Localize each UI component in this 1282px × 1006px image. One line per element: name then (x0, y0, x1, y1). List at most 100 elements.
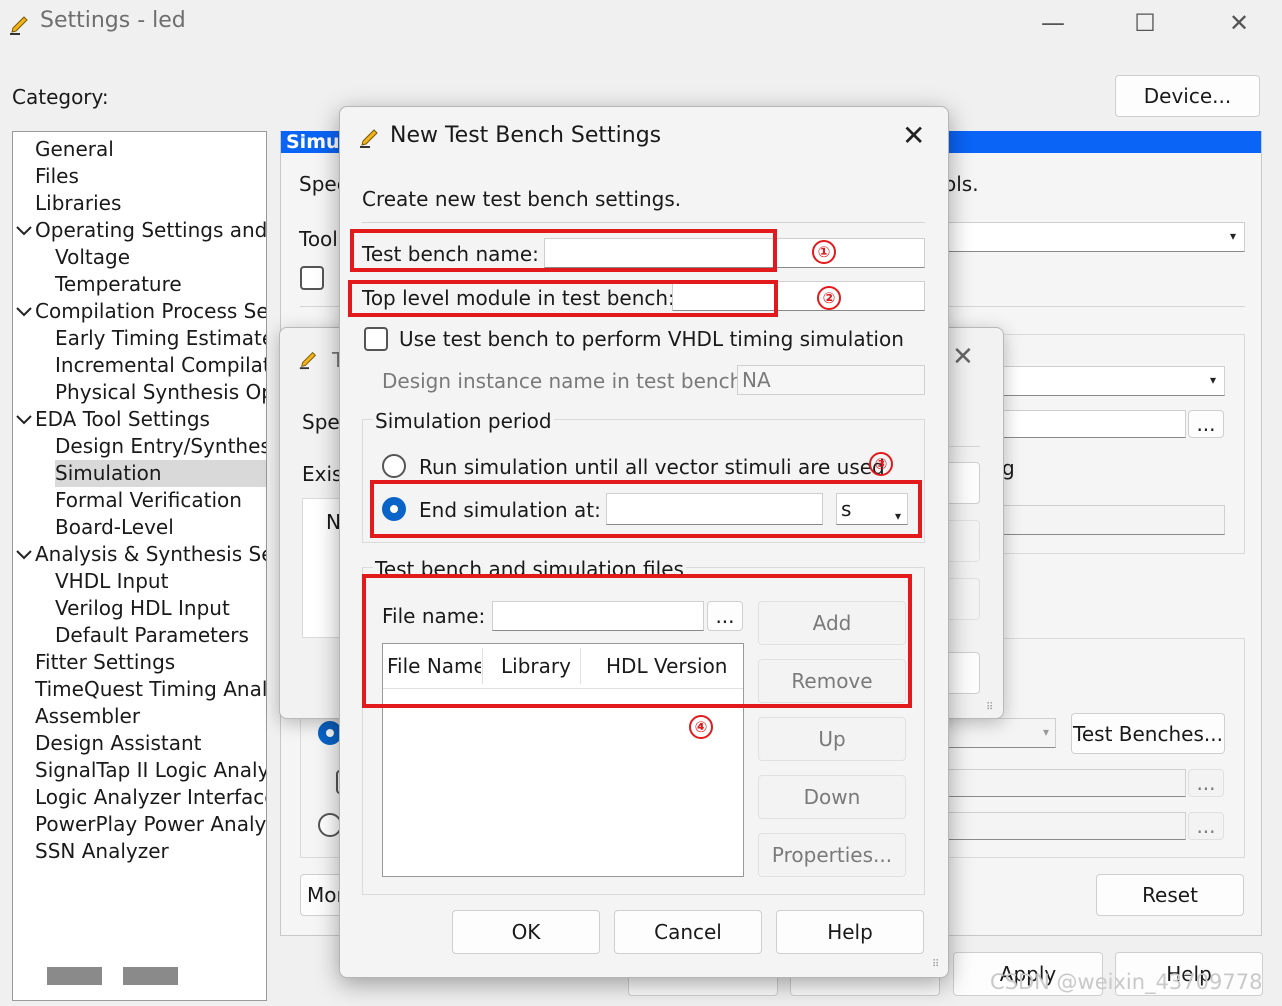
chevron-down-icon[interactable] (15, 298, 33, 325)
tree-item[interactable]: Operating Settings and C (16, 217, 266, 244)
tree-item[interactable]: SSN Analyzer (35, 838, 266, 865)
close-window-button[interactable]: ✕ (1204, 0, 1274, 46)
tree-item[interactable]: Compilation Process Sett (16, 298, 267, 325)
run-until-stimuli-radio[interactable] (382, 454, 406, 478)
tree-item[interactable]: PowerPlay Power Analyz (35, 811, 266, 838)
dialog-close-icon[interactable]: ✕ (902, 119, 925, 152)
tree-item-label: Simulation (55, 461, 162, 485)
tree-item[interactable]: Analysis & Synthesis Sett (16, 541, 267, 568)
tree-scrollbar[interactable] (47, 967, 179, 985)
annotation-number-4: ④ (689, 715, 713, 739)
tree-item-label: Analysis & Synthesis Sett (35, 542, 267, 566)
tree-item-label: VHDL Input (55, 569, 169, 593)
tree-item[interactable]: EDA Tool Settings (16, 406, 266, 433)
tree-item[interactable]: SignalTap II Logic Analy (35, 757, 266, 784)
chevron-down-icon[interactable] (15, 541, 33, 568)
tree-item[interactable]: Formal Verification (55, 487, 266, 514)
tree-item-label: Assembler (35, 704, 141, 728)
panel-dropdown-2[interactable]: ▾ (990, 366, 1225, 396)
tree-item-label: PowerPlay Power Analyz (35, 812, 267, 836)
maximize-button[interactable]: ☐ (1110, 0, 1180, 46)
panel-path-field[interactable] (990, 410, 1186, 438)
dialog-subtitle: Create new test bench settings. (362, 187, 682, 211)
window-title: Settings - led (40, 8, 186, 33)
tree-item[interactable]: Incremental Compilatio (55, 352, 266, 379)
tree-item[interactable]: Board-Level (55, 514, 266, 541)
tree-item-label: SSN Analyzer (35, 839, 169, 863)
tree-item-label: Compilation Process Sett (35, 299, 267, 323)
tree-item[interactable]: Libraries (35, 190, 266, 217)
minimize-button[interactable]: — (1018, 0, 1088, 46)
tree-item[interactable]: Logic Analyzer Interface (35, 784, 266, 811)
chevron-down-icon[interactable] (15, 406, 33, 433)
tree-item[interactable]: VHDL Input (55, 568, 266, 595)
dialog-help-button[interactable]: Help (776, 910, 924, 954)
panel-browse-button-2[interactable]: ... (1188, 769, 1224, 797)
tree-item[interactable]: Files (35, 163, 266, 190)
vhdl-timing-label: Use test bench to perform VHDL timing si… (399, 327, 904, 351)
tree-item[interactable]: Early Timing Estimate (55, 325, 266, 352)
tree-item[interactable]: Simulation (55, 460, 266, 487)
tree-item[interactable]: Fitter Settings (35, 649, 266, 676)
run-until-stimuli-label: Run simulation until all vector stimuli … (419, 455, 885, 479)
annotation-box-3 (370, 480, 922, 538)
tree-item[interactable]: Design Assistant (35, 730, 266, 757)
tree-item-label: Files (35, 164, 79, 188)
app-icon (8, 12, 32, 36)
dialog2-icon (298, 348, 320, 370)
reset-button[interactable]: Reset (1096, 874, 1244, 916)
tree-item-label: Logic Analyzer Interface (35, 785, 267, 809)
down-button[interactable]: Down (758, 775, 906, 819)
dialog-resize-grip-icon[interactable]: ⠿ (932, 959, 939, 970)
properties-button[interactable]: Properties... (758, 833, 906, 877)
tree-item[interactable]: Physical Synthesis Opt (55, 379, 266, 406)
dialog2-close-icon[interactable]: ✕ (952, 342, 974, 372)
annotation-box-2 (348, 280, 778, 317)
tree-item-label: Voltage (55, 245, 131, 269)
tree-item[interactable]: Default Parameters (55, 622, 266, 649)
panel-field-5 (940, 812, 1186, 840)
tree-item-label: SignalTap II Logic Analy (35, 758, 267, 782)
tree-item[interactable]: General (35, 136, 266, 163)
tool-label: Tool (299, 227, 338, 251)
tree-item-label: Libraries (35, 191, 122, 215)
design-instance-label: Design instance name in test bench: (382, 369, 750, 393)
category-label: Category: (12, 85, 109, 109)
panel-browse-button[interactable]: ... (1188, 410, 1224, 438)
panel-tools-text: ols. (944, 172, 979, 196)
annotation-number-2: ② (817, 286, 841, 310)
dialog-cancel-button[interactable]: Cancel (614, 910, 762, 954)
tree-item-label: General (35, 137, 114, 161)
vhdl-timing-checkbox[interactable] (364, 327, 388, 351)
tree-item-label: Design Entry/Synthesis (55, 434, 267, 458)
tree-item[interactable]: Verilog HDL Input (55, 595, 266, 622)
design-instance-input: NA (737, 365, 925, 395)
tree-item[interactable]: Temperature (55, 271, 266, 298)
tree-item[interactable]: Design Entry/Synthesis (55, 433, 266, 460)
device-button[interactable]: Device... (1115, 75, 1260, 117)
tool-name-dropdown[interactable]: ▾ (940, 222, 1245, 252)
category-tree[interactable]: General Files Libraries Operating Settings … (12, 131, 267, 1001)
resize-grip-icon[interactable]: ⠿ (986, 702, 993, 713)
sim-period-title: Simulation period (373, 409, 554, 433)
tree-item[interactable]: Voltage (55, 244, 266, 271)
panel-checkbox[interactable] (300, 266, 324, 290)
tree-item-label: Board-Level (55, 515, 174, 539)
panel-dropdown-3[interactable]: ▾ (940, 718, 1056, 748)
tree-item-label: Formal Verification (55, 488, 242, 512)
panel-browse-button-3[interactable]: ... (1188, 812, 1224, 840)
test-benches-button[interactable]: Test Benches... (1071, 713, 1225, 754)
chevron-down-icon[interactable] (15, 217, 33, 244)
annotation-number-1: ① (812, 240, 836, 264)
up-button[interactable]: Up (758, 717, 906, 761)
watermark: CSDN @weixin_43709778 (990, 970, 1263, 994)
tree-item-label: Early Timing Estimate (55, 326, 267, 350)
dialog-title: New Test Bench Settings (390, 123, 662, 148)
tree-item-label: Physical Synthesis Opt (55, 380, 267, 404)
tree-item-label: Design Assistant (35, 731, 202, 755)
tree-item-label: TimeQuest Timing Analy (35, 677, 267, 701)
tree-item[interactable]: TimeQuest Timing Analy (35, 676, 266, 703)
dialog-ok-button[interactable]: OK (452, 910, 600, 954)
tree-item[interactable]: Assembler (35, 703, 266, 730)
tree-item-label: Fitter Settings (35, 650, 176, 674)
